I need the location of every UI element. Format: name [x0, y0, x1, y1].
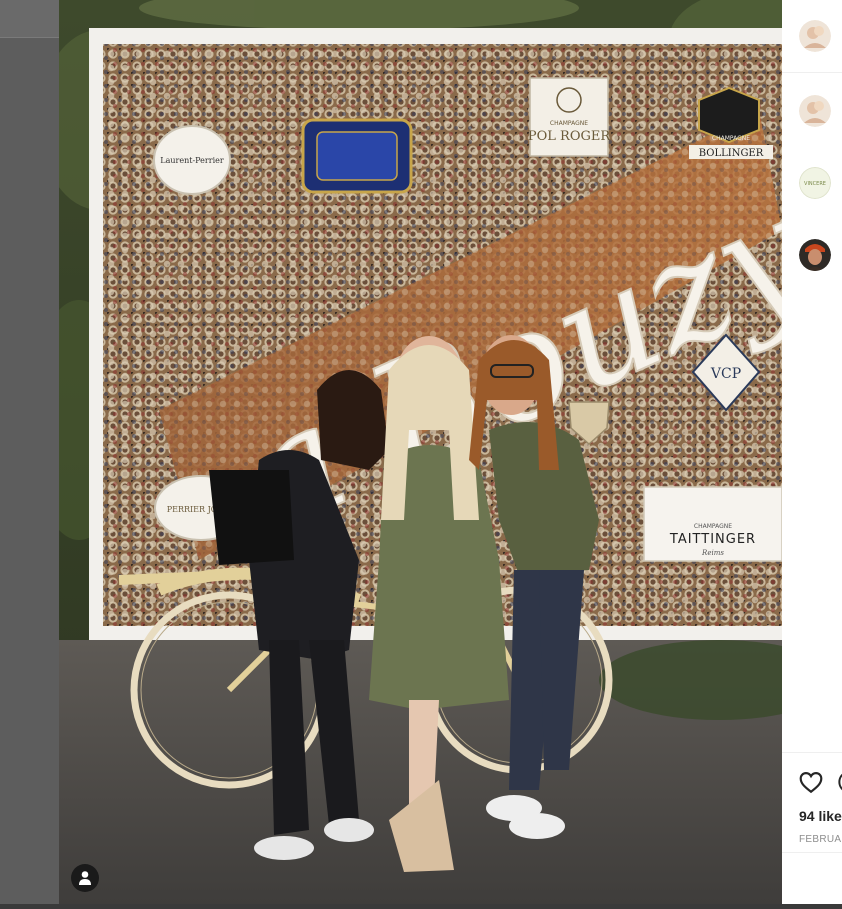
comment-avatar-1[interactable]	[799, 95, 831, 127]
laurent-perrier-badge: Laurent-Perrier	[153, 125, 231, 195]
svg-text:VCP: VCP	[710, 366, 741, 382]
post-modal-screen: a Bouzy Laurent-Perrier CHAMPAGNE POL RO…	[0, 0, 842, 909]
svg-text:CHAMPAGNE: CHAMPAGNE	[712, 135, 750, 142]
feed-bottom-edge	[0, 904, 842, 909]
tagged-users-button[interactable]	[71, 864, 99, 892]
comment-icon[interactable]	[838, 769, 842, 795]
svg-text:POL ROGER: POL ROGER	[528, 129, 611, 144]
pol-roger-badge: CHAMPAGNE POL ROGER	[528, 77, 611, 157]
post-image: a Bouzy Laurent-Perrier CHAMPAGNE POL RO…	[59, 0, 782, 904]
comment-avatar-2[interactable]: VINCERE	[799, 167, 831, 199]
post-header	[782, 0, 842, 73]
svg-text:CHAMPAGNE: CHAMPAGNE	[550, 120, 588, 127]
heart-icon[interactable]	[798, 769, 824, 795]
svg-text:TAITTINGER: TAITTINGER	[669, 532, 756, 547]
post-side-panel: VINCERE 94 likes FEBRUARY	[782, 0, 842, 904]
svg-text:CHAMPAGNE: CHAMPAGNE	[694, 523, 732, 530]
post-actions: 94 likes FEBRUARY	[782, 752, 842, 853]
likes-count[interactable]: 94 likes	[799, 808, 842, 824]
feed-top-bar	[0, 0, 59, 38]
blue-champagne-badge	[301, 118, 413, 194]
feed-backdrop[interactable]	[0, 0, 59, 909]
post-photo[interactable]: a Bouzy Laurent-Perrier CHAMPAGNE POL RO…	[59, 0, 782, 904]
user-tag-icon	[79, 871, 91, 885]
author-avatar[interactable]	[799, 20, 831, 52]
svg-text:VINCERE: VINCERE	[804, 181, 826, 187]
post-date: FEBRUARY	[799, 834, 842, 845]
taittinger-badge: CHAMPAGNE TAITTINGER Reims	[643, 486, 782, 562]
svg-text:BOLLINGER: BOLLINGER	[699, 148, 764, 159]
svg-text:Laurent-Perrier: Laurent-Perrier	[160, 156, 224, 165]
comment-avatar-3[interactable]	[799, 239, 831, 271]
add-comment-section[interactable]	[782, 852, 842, 905]
svg-text:Reims: Reims	[701, 549, 724, 557]
